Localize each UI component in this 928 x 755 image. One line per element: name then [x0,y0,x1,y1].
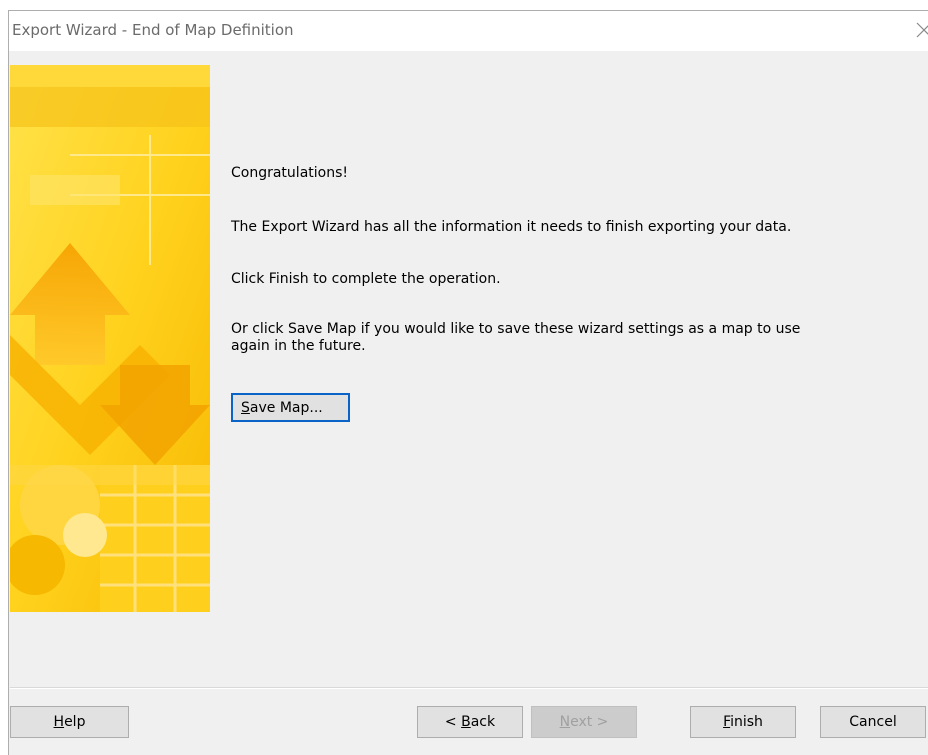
back-mnemonic: B [461,714,471,730]
congratulations-heading: Congratulations! [231,165,348,181]
export-wizard-dialog: Export Wizard - End of Map Definition Co… [8,10,928,755]
save-map-button[interactable]: Save Map... [231,393,350,422]
help-mnemonic: H [53,714,65,730]
finish-instruction: Click Finish to complete the operation. [231,271,501,287]
back-label: ack [470,714,496,730]
title-bar: Export Wizard - End of Map Definition [9,11,928,51]
close-button[interactable] [912,15,928,45]
info-message: The Export Wizard has all the informatio… [231,219,792,235]
cancel-label: Cancel [849,714,897,730]
save-map-instruction-line1: Or click Save Map if you would like to s… [231,321,801,337]
help-label: elp [64,714,86,730]
next-mnemonic: N [559,714,571,730]
next-button[interactable]: Next > [531,706,637,738]
save-map-instruction-line2: again in the future. [231,338,366,354]
close-icon [916,22,928,38]
wizard-banner-art [10,65,210,612]
save-map-mnemonic: S [241,399,250,416]
next-label: ext > [570,714,609,730]
wizard-banner-image [10,65,210,612]
back-button[interactable]: < Back [417,706,523,738]
help-button[interactable]: Help [10,706,129,738]
cancel-button[interactable]: Cancel [820,706,926,738]
window-title: Export Wizard - End of Map Definition [12,21,294,39]
finish-button[interactable]: Finish [690,706,796,738]
back-prefix: < [444,714,462,730]
footer-separator-highlight [10,688,928,689]
save-map-label: ave Map... [249,399,323,416]
finish-label: inish [730,714,763,730]
